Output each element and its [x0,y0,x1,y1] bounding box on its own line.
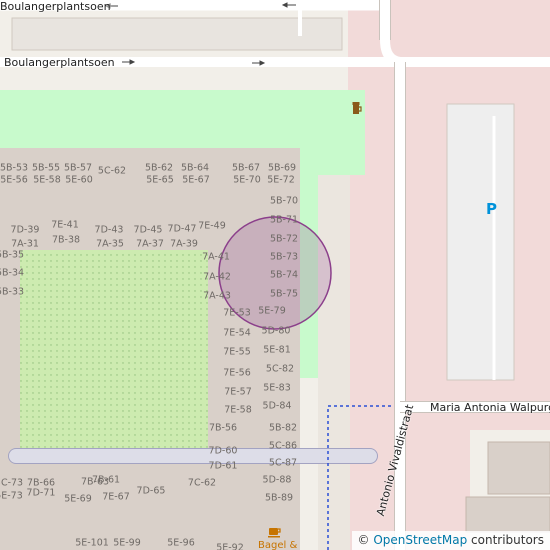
house-number-label: 5E-69 [64,493,92,505]
house-number-label: 5E-99 [113,537,141,549]
parking-lot [446,103,515,381]
house-number-label: 5E-96 [167,537,195,549]
house-number-label: 7D-65 [136,485,166,497]
house-number-label: 7D-60 [208,445,238,457]
house-number-label: 7A-31 [11,238,39,250]
house-number-label: 5E-56 [0,174,28,186]
house-number-label: 5B-71 [269,214,299,226]
house-number-label: 7E-53 [223,307,251,319]
house-number-label: 5E-101 [75,537,109,549]
house-number-label: 5C-86 [268,440,298,452]
house-number-label: 7B-63 [80,476,110,488]
attribution-link[interactable]: OpenStreetMap [373,533,467,547]
house-number-label: 5E-73 [0,490,23,502]
house-number-label: 5B-89 [264,492,294,504]
house-number-label: 5E-79 [258,305,286,317]
street-label-top-a: Boulangerplantsoen [0,0,111,13]
house-number-label: 5E-81 [263,344,291,356]
house-number-label: 5C-62 [97,165,127,177]
house-number-label: 7B-56 [208,422,238,434]
house-number-label: 5B-53 [0,162,29,174]
map-canvas[interactable]: Boulangerplantsoen Boulangerplantsoen Ma… [0,0,550,550]
attribution-copyright: © [357,533,370,547]
house-number-label: 5B-62 [144,162,174,174]
house-number-label: 5E-60 [65,174,93,186]
house-number-label: 5B-67 [231,162,261,174]
house-number-label: 7E-56 [223,367,251,379]
house-number-label: 5B-74 [269,269,299,281]
house-number-label: 7E-41 [51,219,79,231]
house-number-label: 5C-82 [265,363,295,375]
house-number-label: 5B-64 [180,162,210,174]
house-number-label: 5B-35 [0,249,25,261]
house-number-label: 5E-67 [182,174,210,186]
house-number-label: 5B-70 [269,195,299,207]
house-number-label: 5C-73 [0,477,24,489]
house-number-label: 7A-43 [203,290,231,302]
house-number-label: 5E-58 [33,174,61,186]
house-number-label: 7C-62 [187,477,217,489]
house-number-label: 7B-38 [51,234,81,246]
house-number-label: 7E-55 [223,346,251,358]
house-number-label: 7E-49 [198,220,226,232]
street-label-top-b: Boulangerplantsoen [4,56,115,69]
house-number-label: 5B-69 [267,162,297,174]
house-number-label: 7A-35 [96,238,124,250]
house-number-label: 7E-57 [224,386,252,398]
attribution-bar: © OpenStreetMap contributors [351,531,550,550]
grass-courtyard [20,250,208,450]
house-number-label: 5E-72 [267,174,295,186]
house-number-label: 7D-45 [133,224,163,236]
house-number-label: 5E-70 [233,174,261,186]
house-number-label: 5B-73 [269,251,299,263]
house-number-label: 5E-83 [263,382,291,394]
house-number-label: 7A-42 [203,271,231,283]
house-number-label: 5B-82 [268,422,298,434]
house-number-label: 5B-55 [31,162,61,174]
coffee-cup-icon[interactable] [268,526,282,538]
house-number-label: 5B-72 [269,233,299,245]
house-number-label: 7A-37 [136,238,164,250]
house-number-label: 7D-47 [167,223,197,235]
house-number-label: 5B-75 [269,288,299,300]
house-number-label: 5D-84 [262,400,292,412]
house-number-label: 7E-54 [223,327,251,339]
house-number-label: 7D-71 [26,487,56,499]
street-label-right: Maria Antonia Walpurgi [430,401,550,414]
house-number-label: 7E-67 [102,491,130,503]
house-number-label: 5D-80 [261,325,291,337]
house-number-label: 7A-41 [202,251,230,263]
cafe-label[interactable]: Bagel & [258,540,297,550]
house-number-label: 5B-33 [0,286,25,298]
house-number-label: 5D-88 [262,474,292,486]
house-number-label: 7D-61 [208,460,238,472]
house-number-label: 7D-43 [94,224,124,236]
house-number-label: 5C-87 [268,457,298,469]
house-number-label: 7D-39 [10,224,40,236]
house-number-label: 7E-58 [224,404,252,416]
house-number-label: 7A-39 [170,238,198,250]
house-number-label: 5B-34 [0,267,25,279]
house-number-label: 5E-65 [146,174,174,186]
beer-glass-icon[interactable] [351,100,363,116]
house-number-label: 5B-57 [63,162,93,174]
attribution-suffix: contributors [467,533,544,547]
house-number-label: 5E-92 [216,542,244,550]
parking-icon[interactable]: P [486,200,497,218]
